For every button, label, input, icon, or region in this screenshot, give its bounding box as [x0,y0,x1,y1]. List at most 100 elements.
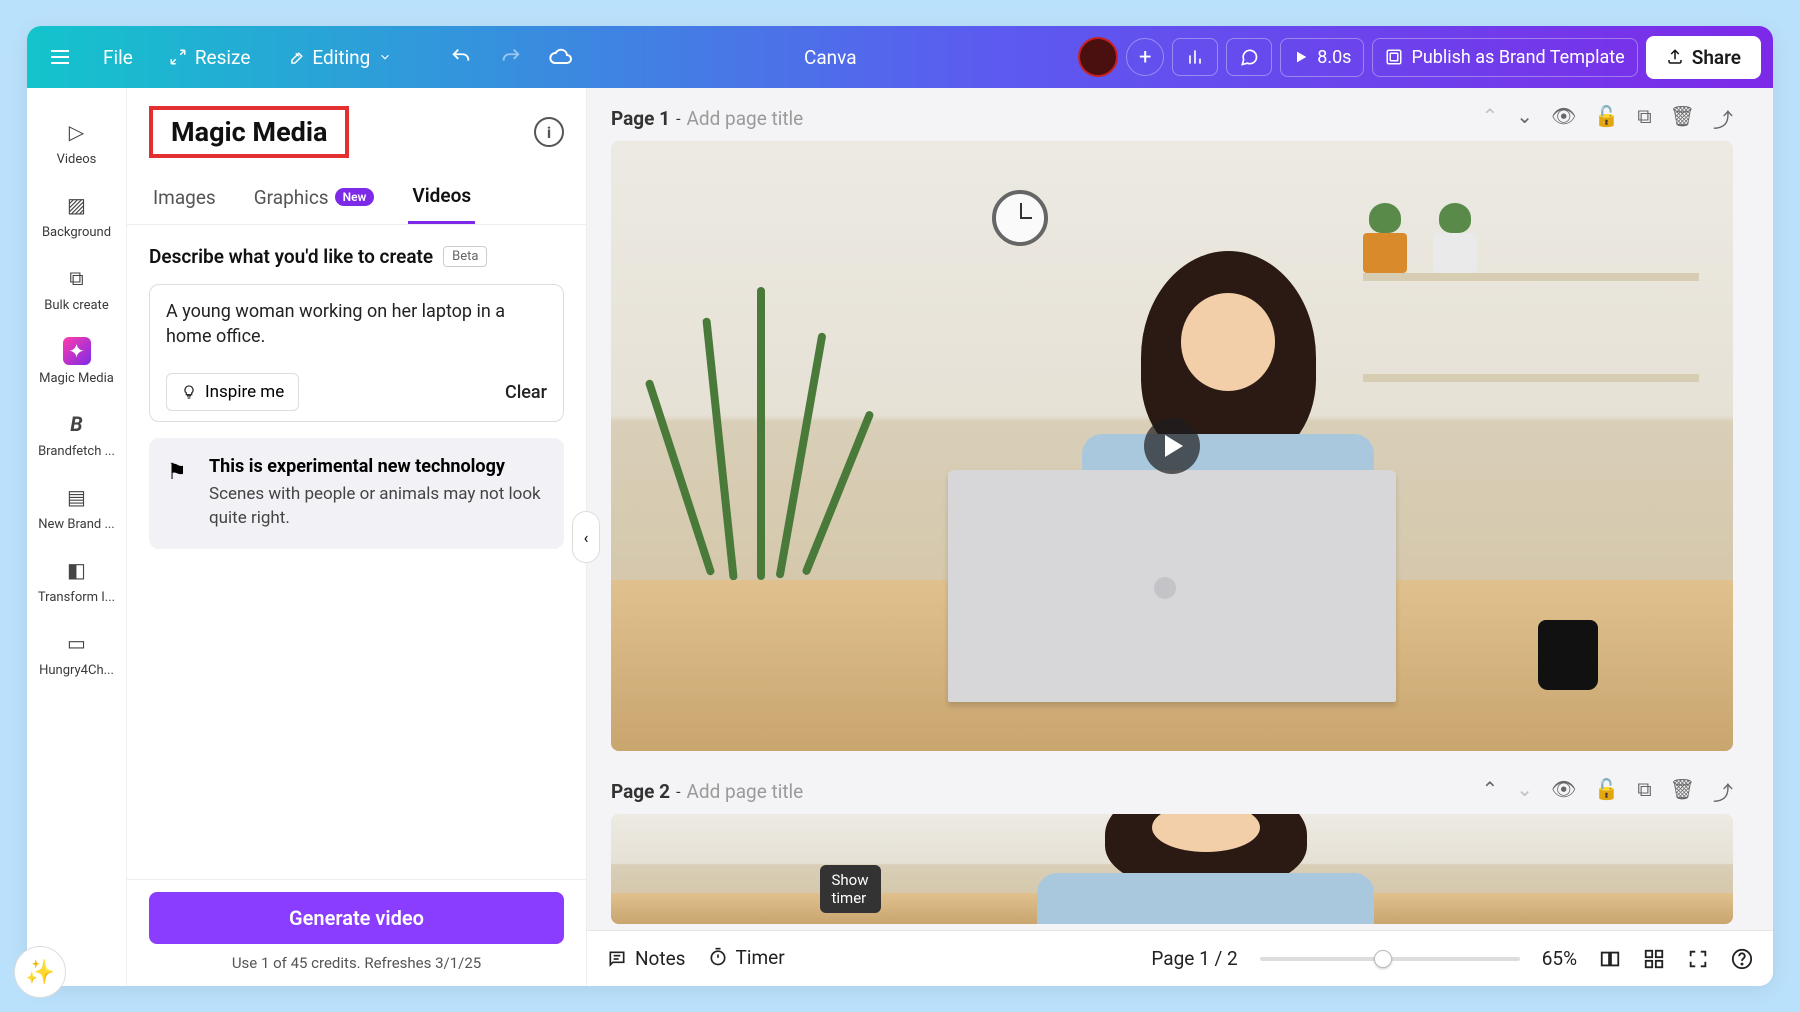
zoom-value[interactable]: 65% [1542,947,1577,970]
play-icon[interactable] [1144,418,1200,474]
beta-badge: Beta [443,246,487,267]
timer-tooltip: Show timer [820,865,881,913]
visibility-icon[interactable]: 👁 [1551,777,1576,806]
user-avatar[interactable] [1078,37,1118,77]
rail-magic-media[interactable]: ✦Magic Media [32,337,122,386]
resize-label: Resize [195,46,251,69]
notes-icon [607,949,627,969]
page-indicator[interactable]: Page 1 / 2 [1151,947,1237,970]
scroll-view-icon[interactable] [1599,948,1621,970]
cloud-sync-icon[interactable] [540,36,582,78]
move-up-icon[interactable]: ⌃ [1482,104,1499,133]
add-page-icon[interactable]: ⤴ [1713,104,1733,133]
new-badge: New [335,188,375,206]
help-icon[interactable] [1731,948,1753,970]
tab-videos[interactable]: Videos [408,172,475,224]
move-down-icon[interactable]: ⌄ [1516,104,1533,133]
timer-icon [708,947,728,967]
share-label: Share [1692,46,1741,69]
describe-label: Describe what you'd like to create [149,245,433,268]
duration-label: 8.0s [1317,47,1351,68]
tab-graphics[interactable]: GraphicsNew [250,172,379,224]
new-brand-icon: ▤ [63,483,91,511]
transform-icon: ◧ [63,556,91,584]
file-menu[interactable]: File [89,38,147,77]
add-page-icon[interactable]: ⤴ [1713,777,1733,806]
page-1-canvas[interactable] [611,141,1733,751]
rail-brandfetch[interactable]: BBrandfetch ... [32,410,122,459]
prompt-input[interactable]: A young woman working on her laptop in a… [149,284,564,422]
bulk-create-icon: ⧉ [63,264,91,292]
info-icon[interactable]: i [534,117,564,147]
bottom-bar: Notes Show timer Timer Page 1 / 2 65% [587,930,1773,986]
lightbulb-icon [181,384,197,400]
page-1: Page 1 - Add page title ⌃ ⌄ 👁 🔓 ⧉ 🗑 ⤴ [611,104,1733,751]
rail-transform[interactable]: ◧Transform I... [32,556,122,605]
notice-title: This is experimental new technology [209,456,546,477]
delete-icon[interactable]: 🗑 [1670,104,1695,133]
credits-text: Use 1 of 45 credits. Refreshes 3/1/25 [149,954,564,972]
editing-label: Editing [312,46,370,69]
menu-icon[interactable] [39,36,81,78]
clear-button[interactable]: Clear [505,382,547,403]
lock-icon[interactable]: 🔓 [1594,777,1619,806]
lock-icon[interactable]: 🔓 [1594,104,1619,133]
document-title[interactable]: Canva [804,46,857,69]
timer-button[interactable]: Timer [708,946,785,969]
publish-brand-template-button[interactable]: Publish as Brand Template [1372,38,1637,77]
page-2: Page 2 - Add page title ⌃ ⌄ 👁 🔓 ⧉ 🗑 ⤴ [611,777,1733,924]
tab-images[interactable]: Images [149,172,220,224]
editing-mode-dropdown[interactable]: Editing [272,38,406,77]
duplicate-icon[interactable]: ⧉ [1637,777,1651,806]
rail-bulk-create[interactable]: ⧉Bulk create [32,264,122,313]
fullscreen-icon[interactable] [1687,948,1709,970]
notes-button[interactable]: Notes [607,947,686,970]
analytics-button[interactable] [1172,38,1218,76]
page-2-title-input[interactable]: Add page title [686,780,803,803]
inspire-me-button[interactable]: Inspire me [166,373,299,411]
undo-icon[interactable] [440,36,482,78]
delete-icon[interactable]: 🗑 [1670,777,1695,806]
add-collaborator-icon[interactable]: + [1126,38,1164,76]
canvas-area: Page 1 - Add page title ⌃ ⌄ 👁 🔓 ⧉ 🗑 ⤴ [587,88,1773,986]
page-2-tools: ⌃ ⌄ 👁 🔓 ⧉ 🗑 ⤴ [1482,777,1734,806]
rail-new-brand[interactable]: ▤New Brand ... [32,483,122,532]
share-button[interactable]: Share [1646,36,1761,79]
rail-hungry4ch[interactable]: ▭Hungry4Ch... [32,629,122,678]
panel-title: Magic Media [149,106,349,158]
app-icon: ▭ [63,629,91,657]
video-icon: ▷ [63,118,91,146]
redo-icon[interactable] [490,36,532,78]
rail-videos[interactable]: ▷Videos [32,118,122,167]
grid-view-icon[interactable] [1643,948,1665,970]
visibility-icon[interactable]: 👁 [1551,104,1576,133]
magic-media-icon: ✦ [63,337,91,365]
collapse-panel-button[interactable]: ‹ [572,511,600,563]
panel-tabs: Images GraphicsNew Videos [127,172,586,225]
page-2-canvas[interactable] [611,814,1733,924]
side-panel: Magic Media i Images GraphicsNew Videos … [127,88,587,986]
left-rail: ▷Videos ▨Background ⧉Bulk create ✦Magic … [27,88,127,986]
publish-label: Publish as Brand Template [1411,47,1624,68]
resize-button[interactable]: Resize [155,38,265,77]
prompt-text[interactable]: A young woman working on her laptop in a… [166,299,547,355]
brandfetch-icon: B [63,410,91,438]
page-1-tools: ⌃ ⌄ 👁 🔓 ⧉ 🗑 ⤴ [1482,104,1734,133]
move-down-icon[interactable]: ⌄ [1516,777,1533,806]
notice-text: Scenes with people or animals may not lo… [209,483,546,531]
page-2-label: Page 2 [611,780,670,803]
comments-button[interactable] [1226,38,1272,76]
experimental-notice: ⚑ This is experimental new technology Sc… [149,438,564,549]
top-toolbar: File Resize Editing Canva + 8.0s Publish… [27,26,1773,88]
generate-video-button[interactable]: Generate video [149,892,564,944]
present-duration-button[interactable]: 8.0s [1280,38,1364,77]
zoom-slider[interactable] [1260,957,1520,961]
chevron-down-icon [378,50,392,64]
rail-background[interactable]: ▨Background [32,191,122,240]
page-1-title-input[interactable]: Add page title [686,107,803,130]
move-up-icon[interactable]: ⌃ [1482,777,1499,806]
duplicate-icon[interactable]: ⧉ [1637,104,1651,133]
background-icon: ▨ [63,191,91,219]
page-1-label: Page 1 [611,107,670,130]
flag-icon: ⚑ [167,460,187,485]
